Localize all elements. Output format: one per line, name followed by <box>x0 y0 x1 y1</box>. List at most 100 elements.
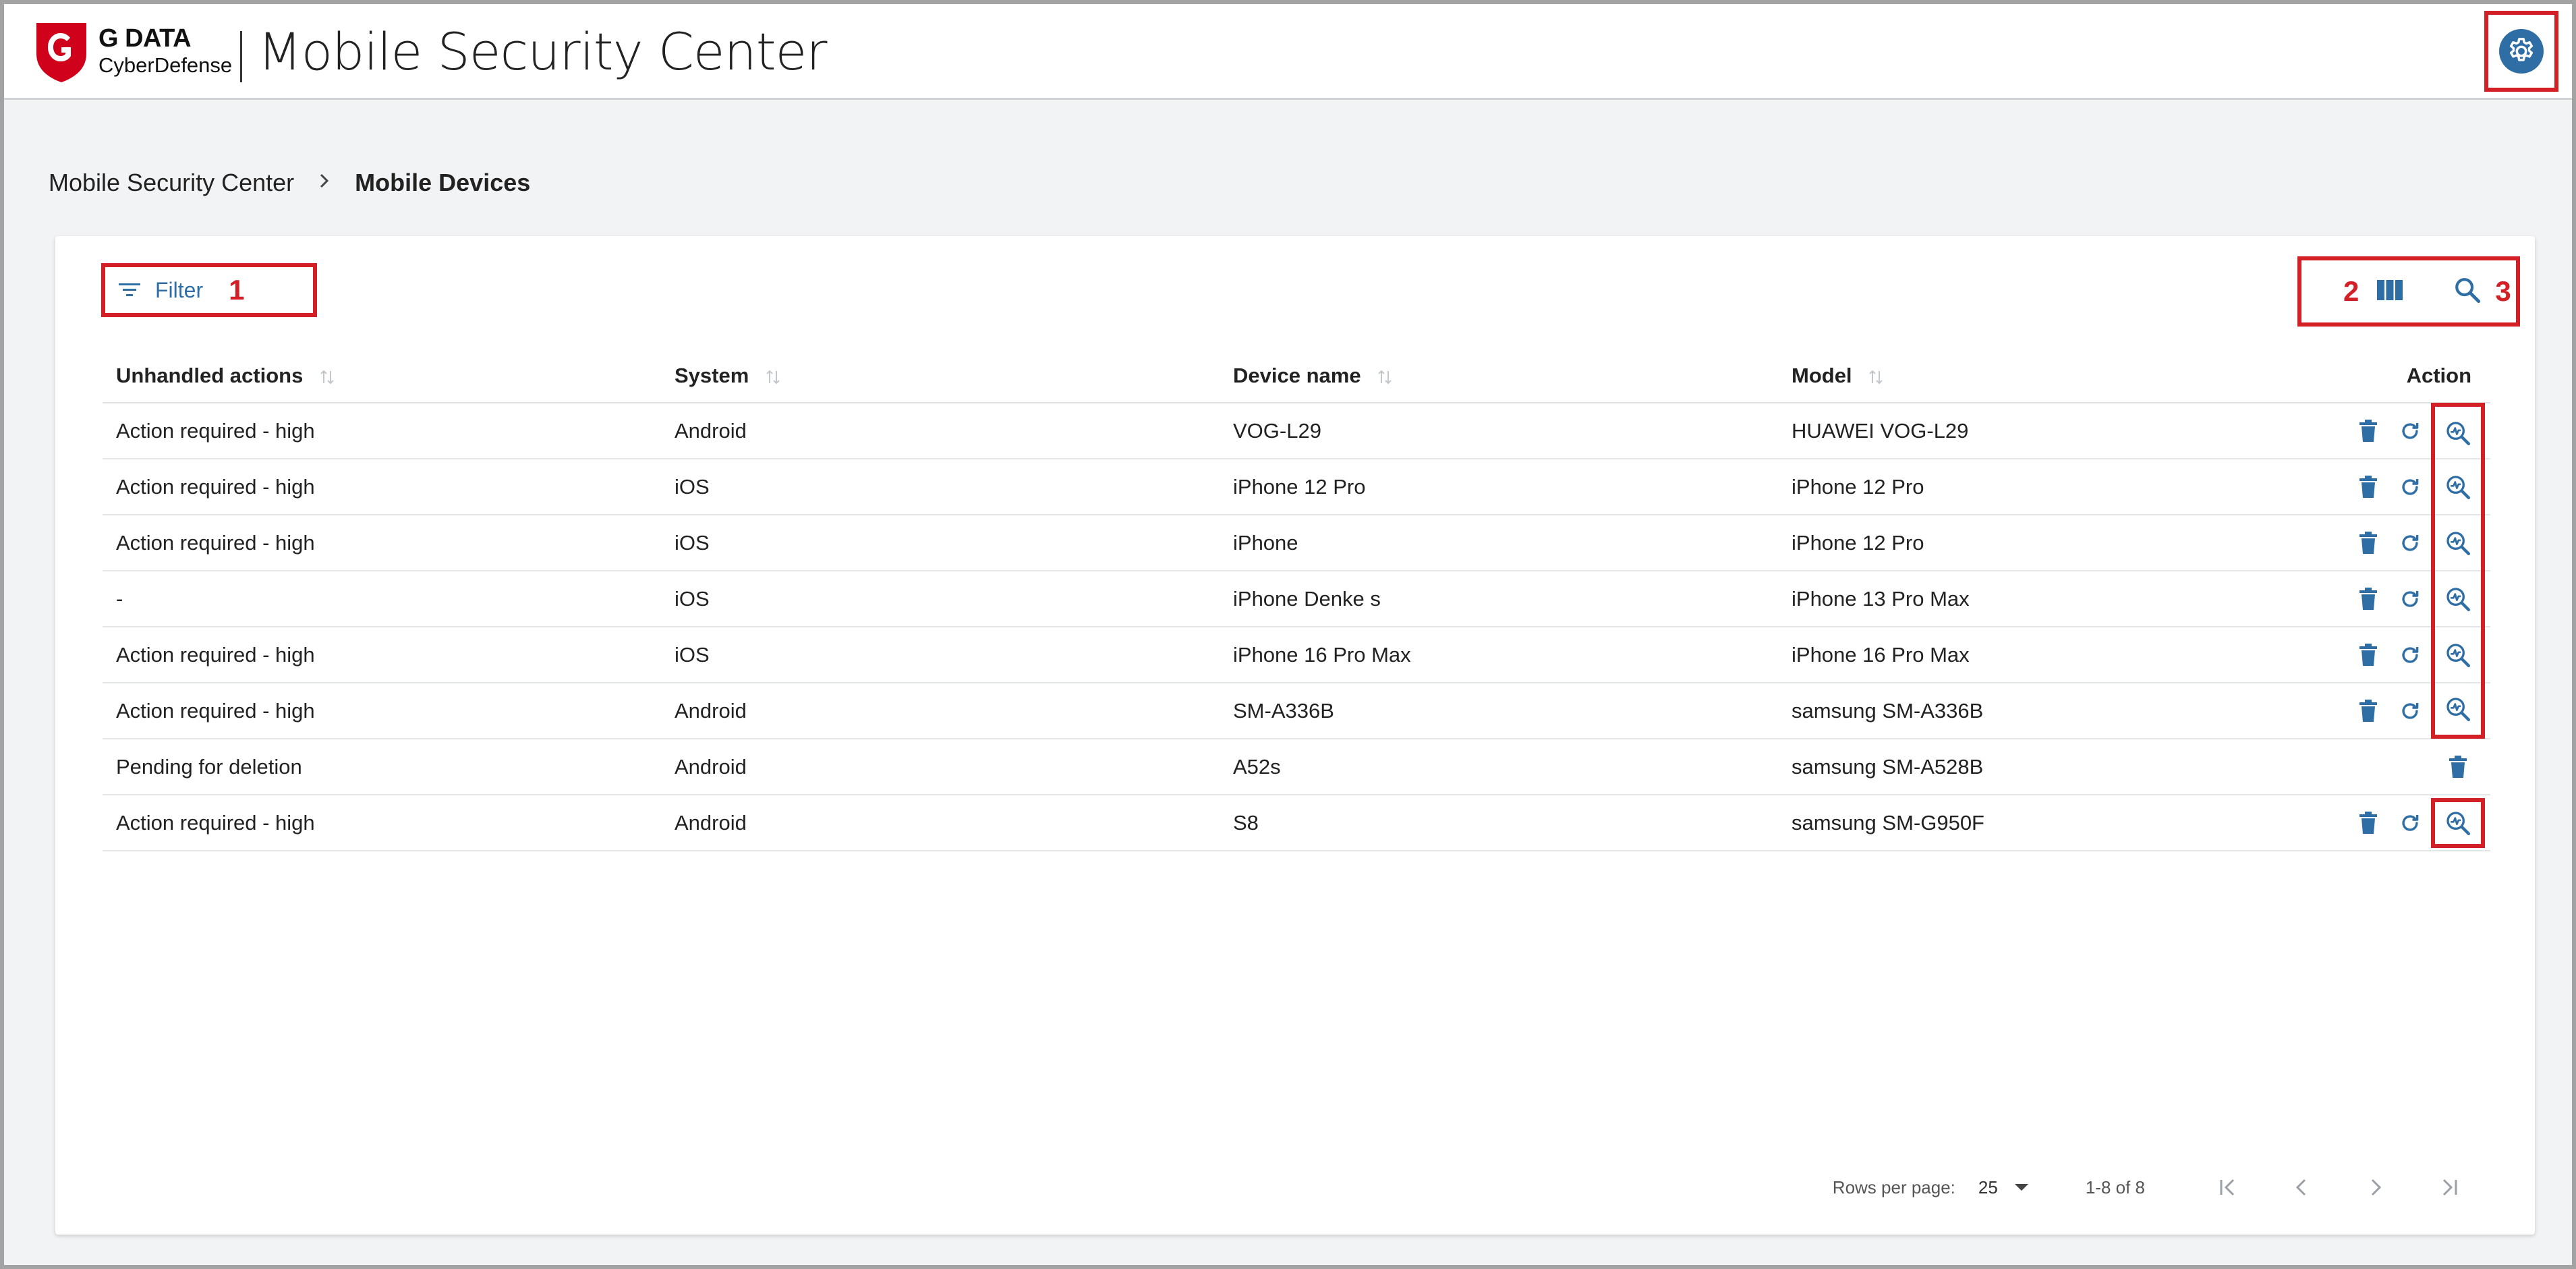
column-header-unhandled[interactable]: Unhandled actions <box>103 364 661 388</box>
delete-device-button[interactable] <box>2347 578 2389 620</box>
scan-search-icon <box>2446 811 2470 835</box>
cell-device-name: S8 <box>1233 810 1259 835</box>
cell-actions <box>2221 627 2490 683</box>
cell-actions <box>2221 683 2490 739</box>
refresh-device-button[interactable] <box>2389 410 2431 452</box>
refresh-device-button[interactable] <box>2389 802 2431 844</box>
breadcrumb-item-home[interactable]: Mobile Security Center <box>49 169 294 197</box>
scan-device-button[interactable] <box>2431 515 2485 571</box>
table-row[interactable]: Action required - high iOS iPhone 16 Pro M… <box>103 627 2490 683</box>
scan-device-button[interactable] <box>2431 683 2485 739</box>
filter-icon <box>119 283 140 296</box>
cell-device-name: VOG-L29 <box>1233 418 1321 443</box>
trash-icon <box>2359 419 2377 442</box>
cell-unhandled-actions: Action required - high <box>116 642 315 667</box>
table-row[interactable]: Action required - high iOS iPhone iPhone 12… <box>103 515 2490 571</box>
breadcrumb: Mobile Security Center Mobile Devices <box>49 169 530 197</box>
annotation-marker-3: 3 <box>2495 275 2511 307</box>
column-header-label: Model <box>1792 364 1852 387</box>
settings-button[interactable] <box>2484 11 2558 92</box>
first-page-button[interactable] <box>2207 1167 2248 1208</box>
delete-device-button[interactable] <box>2347 466 2389 508</box>
app-window: G DATA CyberDefense Mobile Security Cent… <box>0 0 2576 1269</box>
last-page-button[interactable] <box>2430 1167 2470 1208</box>
table-row[interactable]: Action required - high Android VOG-L29 HUAW… <box>103 403 2490 459</box>
cell-actions <box>2221 515 2490 571</box>
table-header: Unhandled actions System Device name Mod… <box>103 349 2490 403</box>
column-header-label: System <box>675 364 749 387</box>
cell-unhandled-actions: Pending for deletion <box>116 754 302 779</box>
delete-device-button[interactable] <box>2431 746 2485 788</box>
table-body: Action required - high Android VOG-L29 HUAW… <box>103 403 2490 851</box>
delete-device-button[interactable] <box>2347 410 2389 452</box>
rows-per-page-select[interactable]: 25 <box>1978 1177 2029 1198</box>
brand-name: G DATA <box>98 24 192 53</box>
refresh-device-button[interactable] <box>2389 522 2431 564</box>
refresh-icon <box>2402 478 2419 495</box>
column-header-system[interactable]: System <box>661 364 1220 388</box>
cell-system: Android <box>675 698 747 723</box>
cell-system: iOS <box>675 586 710 611</box>
table-row[interactable]: Pending for deletion Android A52s samsung S… <box>103 739 2490 795</box>
table-row[interactable]: - iOS iPhone Denke s iPhone 13 Pro Max <box>103 571 2490 627</box>
cell-system: Android <box>675 754 747 779</box>
first-page-icon <box>2220 1179 2235 1196</box>
delete-device-button[interactable] <box>2347 634 2389 676</box>
refresh-device-button[interactable] <box>2389 578 2431 620</box>
rows-per-page-label: Rows per page: <box>1832 1177 1955 1197</box>
scan-search-icon <box>2446 697 2470 721</box>
gear-icon <box>2509 38 2534 61</box>
cell-unhandled-actions: Action required - high <box>116 810 315 835</box>
column-header-device-name[interactable]: Device name <box>1220 364 1778 388</box>
scan-device-button[interactable] <box>2431 571 2485 627</box>
cell-system: iOS <box>675 642 710 667</box>
cell-system: Android <box>675 810 747 835</box>
refresh-device-button[interactable] <box>2389 634 2431 676</box>
scan-search-icon <box>2446 531 2470 555</box>
previous-page-button[interactable] <box>2281 1167 2322 1208</box>
cell-model: samsung SM-A528B <box>1792 754 1984 779</box>
search-button[interactable] <box>2453 276 2482 308</box>
scan-search-icon <box>2446 475 2470 499</box>
cell-model: samsung SM-A336B <box>1792 698 1984 723</box>
table-row[interactable]: Action required - high Android S8 samsung S… <box>103 795 2490 851</box>
cell-actions <box>2221 459 2490 515</box>
table-toolbar: 2 3 <box>2297 256 2520 327</box>
columns-button[interactable] <box>2376 279 2403 305</box>
filter-label: Filter <box>155 277 204 302</box>
cell-model: HUAWEI VOG-L29 <box>1792 418 1969 443</box>
delete-device-button[interactable] <box>2347 522 2389 564</box>
cell-system: iOS <box>675 530 710 555</box>
scan-device-button[interactable] <box>2431 403 2485 459</box>
refresh-device-button[interactable] <box>2389 466 2431 508</box>
cell-unhandled-actions: Action required - high <box>116 418 315 443</box>
cell-model: iPhone 12 Pro <box>1792 530 1924 555</box>
column-header-model[interactable]: Model <box>1778 364 2221 388</box>
next-page-button[interactable] <box>2355 1167 2396 1208</box>
sort-icon <box>320 370 334 385</box>
table-row[interactable]: Action required - high iOS iPhone 12 Pro iP… <box>103 459 2490 515</box>
table-row[interactable]: Action required - high Android SM-A336B sam… <box>103 683 2490 739</box>
delete-device-button[interactable] <box>2347 690 2389 732</box>
brand-subtitle: CyberDefense <box>98 53 233 77</box>
trash-icon <box>2359 699 2377 722</box>
last-page-icon <box>2442 1179 2457 1196</box>
cell-actions <box>2221 797 2490 848</box>
column-header-label: Unhandled actions <box>116 364 304 387</box>
scan-device-button[interactable] <box>2431 627 2485 683</box>
refresh-icon <box>2402 702 2419 719</box>
columns-icon <box>2377 279 2403 300</box>
delete-device-button[interactable] <box>2347 802 2389 844</box>
caret-down-icon <box>2014 1184 2028 1191</box>
refresh-device-button[interactable] <box>2389 690 2431 732</box>
trash-icon <box>2359 643 2377 666</box>
scan-device-button[interactable] <box>2431 797 2485 848</box>
trash-icon <box>2359 811 2377 834</box>
trash-icon <box>2359 587 2377 610</box>
trash-icon <box>2359 531 2377 554</box>
chevron-right-icon <box>317 169 332 197</box>
scan-device-button[interactable] <box>2431 459 2485 515</box>
filter-button[interactable]: Filter 1 <box>101 263 317 317</box>
app-header: G DATA CyberDefense Mobile Security Cent… <box>4 4 2572 100</box>
chevron-right-icon <box>2371 1179 2382 1196</box>
